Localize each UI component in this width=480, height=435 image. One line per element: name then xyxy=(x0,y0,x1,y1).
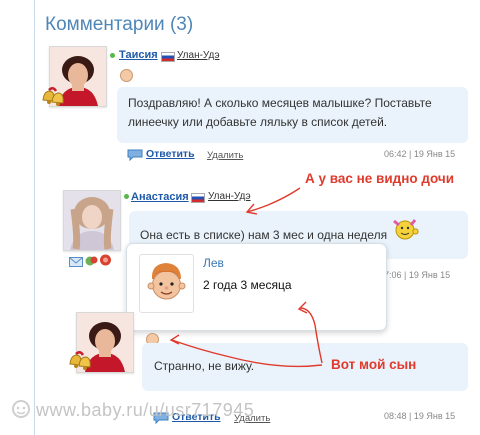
annotation-arrows xyxy=(169,187,323,368)
watermark: www.baby.ru/u/usr717945 xyxy=(10,400,254,421)
baby-logo-icon xyxy=(10,400,32,418)
watermark-text: www.baby.ru/u/usr717945 xyxy=(36,400,255,420)
